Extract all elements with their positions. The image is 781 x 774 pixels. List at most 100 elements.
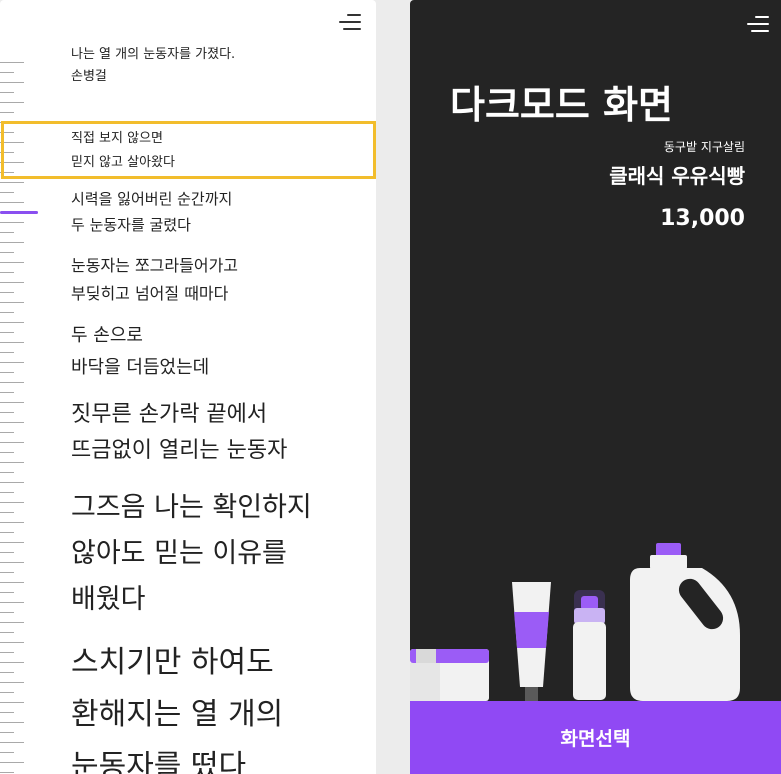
ruler-tick xyxy=(0,532,14,533)
ruler-tick xyxy=(0,482,24,483)
ruler-tick xyxy=(0,302,24,303)
ruler-tick xyxy=(0,722,24,723)
ruler-tick xyxy=(0,492,14,493)
ruler-tick xyxy=(0,522,24,523)
hamburger-menu-icon[interactable] xyxy=(745,14,769,34)
ruler-tick xyxy=(0,502,24,503)
ruler-tick xyxy=(0,342,24,343)
ruler-tick xyxy=(0,692,14,693)
poem-author: 손병걸 xyxy=(71,69,107,84)
poem-line: 배웠다 xyxy=(71,584,146,615)
poem-line: 시력을 잃어버린 순간까지 xyxy=(71,190,233,208)
stanza: 짓무른 손가락 끝에서 뜨금없이 열리는 눈동자 xyxy=(71,397,287,469)
ruler-tick xyxy=(0,572,14,573)
ruler-tick xyxy=(0,582,24,583)
ruler-tick xyxy=(0,652,14,653)
ruler-tick xyxy=(0,612,14,613)
poem-line: 눈동자는 쪼그라들어가고 xyxy=(71,256,239,275)
ruler-tick xyxy=(0,762,24,763)
dark-mode-panel: 다크모드 화면 동구밭 지구살림 클래식 우유식빵 13,000 화면선택 xyxy=(410,0,781,774)
selection-highlight xyxy=(1,121,376,179)
ruler-tick xyxy=(0,362,24,363)
ruler-tick xyxy=(0,252,14,253)
ruler-tick xyxy=(0,82,24,83)
product-illustration xyxy=(410,543,740,703)
ruler-tick xyxy=(0,642,24,643)
poem-line: 부딪히고 넘어질 때마다 xyxy=(71,284,229,303)
page-title: 다크모드 화면 xyxy=(450,83,673,127)
poem-line: 직접 보지 않으면 xyxy=(71,131,163,146)
ruler-tick xyxy=(0,92,14,93)
hamburger-menu-icon[interactable] xyxy=(337,12,361,32)
ruler-tick xyxy=(0,332,14,333)
scroll-thumb[interactable] xyxy=(0,211,38,214)
ruler-tick xyxy=(0,682,24,683)
scroll-ruler[interactable] xyxy=(0,0,40,774)
ruler-tick xyxy=(0,462,24,463)
ruler-tick xyxy=(0,182,24,183)
ruler-tick xyxy=(0,262,24,263)
ruler-tick xyxy=(0,442,24,443)
ruler-tick xyxy=(0,102,24,103)
ruler-tick xyxy=(0,172,14,173)
ruler-tick xyxy=(0,202,24,203)
ruler-tick xyxy=(0,292,14,293)
ruler-tick xyxy=(0,772,14,773)
product-name: 클래식 우유식빵 xyxy=(609,164,745,188)
ruler-tick xyxy=(0,602,24,603)
ruler-tick xyxy=(0,632,14,633)
poem-line: 환해지는 열 개의 xyxy=(71,697,284,732)
poem-line: 바닥을 더듬었는데 xyxy=(71,357,210,378)
ruler-tick xyxy=(0,542,24,543)
ruler-tick xyxy=(0,422,24,423)
ruler-tick xyxy=(0,512,14,513)
poem-line: 그즈음 나는 확인하지 xyxy=(71,492,312,523)
poem-line: 두 눈동자를 굴렸다 xyxy=(71,216,191,234)
ruler-tick xyxy=(0,552,14,553)
ruler-tick xyxy=(0,232,14,233)
ruler-tick xyxy=(0,192,14,193)
poem-line: 뜨금없이 열리는 눈동자 xyxy=(71,438,288,463)
ruler-tick xyxy=(0,562,24,563)
ruler-tick xyxy=(0,162,24,163)
poem-line: 스치기만 하여도 xyxy=(71,645,274,680)
ruler-tick xyxy=(0,472,14,473)
jug-icon xyxy=(630,543,740,701)
ruler-tick xyxy=(0,672,14,673)
ruler-tick xyxy=(0,382,24,383)
ruler-tick xyxy=(0,222,24,223)
ruler-tick xyxy=(0,712,14,713)
ruler-tick xyxy=(0,432,14,433)
ruler-tick xyxy=(0,392,14,393)
ruler-tick xyxy=(0,592,14,593)
ruler-tick xyxy=(0,242,24,243)
ruler-tick xyxy=(0,312,14,313)
ruler-tick xyxy=(0,402,24,403)
poem-line: 믿지 않고 살아왔다 xyxy=(71,155,175,170)
spray-bottle-icon xyxy=(573,590,606,700)
ruler-tick xyxy=(0,742,24,743)
light-mode-panel: 나는 열 개의 눈동자를 가졌다. 손병걸 직접 보지 않으면 믿지 않고 살아… xyxy=(0,0,376,774)
tube-icon xyxy=(512,582,551,703)
stanza: 두 손으로 바닥을 더듬었는데 xyxy=(71,320,209,384)
ruler-tick xyxy=(0,282,24,283)
product-price: 13,000 xyxy=(660,206,745,231)
ruler-tick xyxy=(0,412,14,413)
screen-select-button[interactable]: 화면선택 xyxy=(410,701,781,774)
ruler-tick xyxy=(0,702,24,703)
ruler-tick xyxy=(0,72,14,73)
brand-name: 동구밭 지구살림 xyxy=(663,140,745,154)
stanza: 그즈음 나는 확인하지 않아도 믿는 이유를 배웠다 xyxy=(71,485,312,623)
ruler-tick xyxy=(0,452,14,453)
soap-box-icon xyxy=(410,649,489,701)
poem-title: 나는 열 개의 눈동자를 가졌다. xyxy=(71,47,236,62)
ruler-tick xyxy=(0,662,24,663)
poem-line: 짓무른 손가락 끝에서 xyxy=(71,402,268,427)
ruler-tick xyxy=(0,732,14,733)
stanza: 직접 보지 않으면 믿지 않고 살아왔다 xyxy=(71,127,175,175)
stanza: 스치기만 하여도 환해지는 열 개의 눈동자를 떴다 xyxy=(71,637,283,774)
ruler-tick xyxy=(0,142,24,143)
ruler-tick xyxy=(0,122,24,123)
poem-line: 눈동자를 떴다 xyxy=(71,749,247,774)
ruler-tick xyxy=(0,352,14,353)
